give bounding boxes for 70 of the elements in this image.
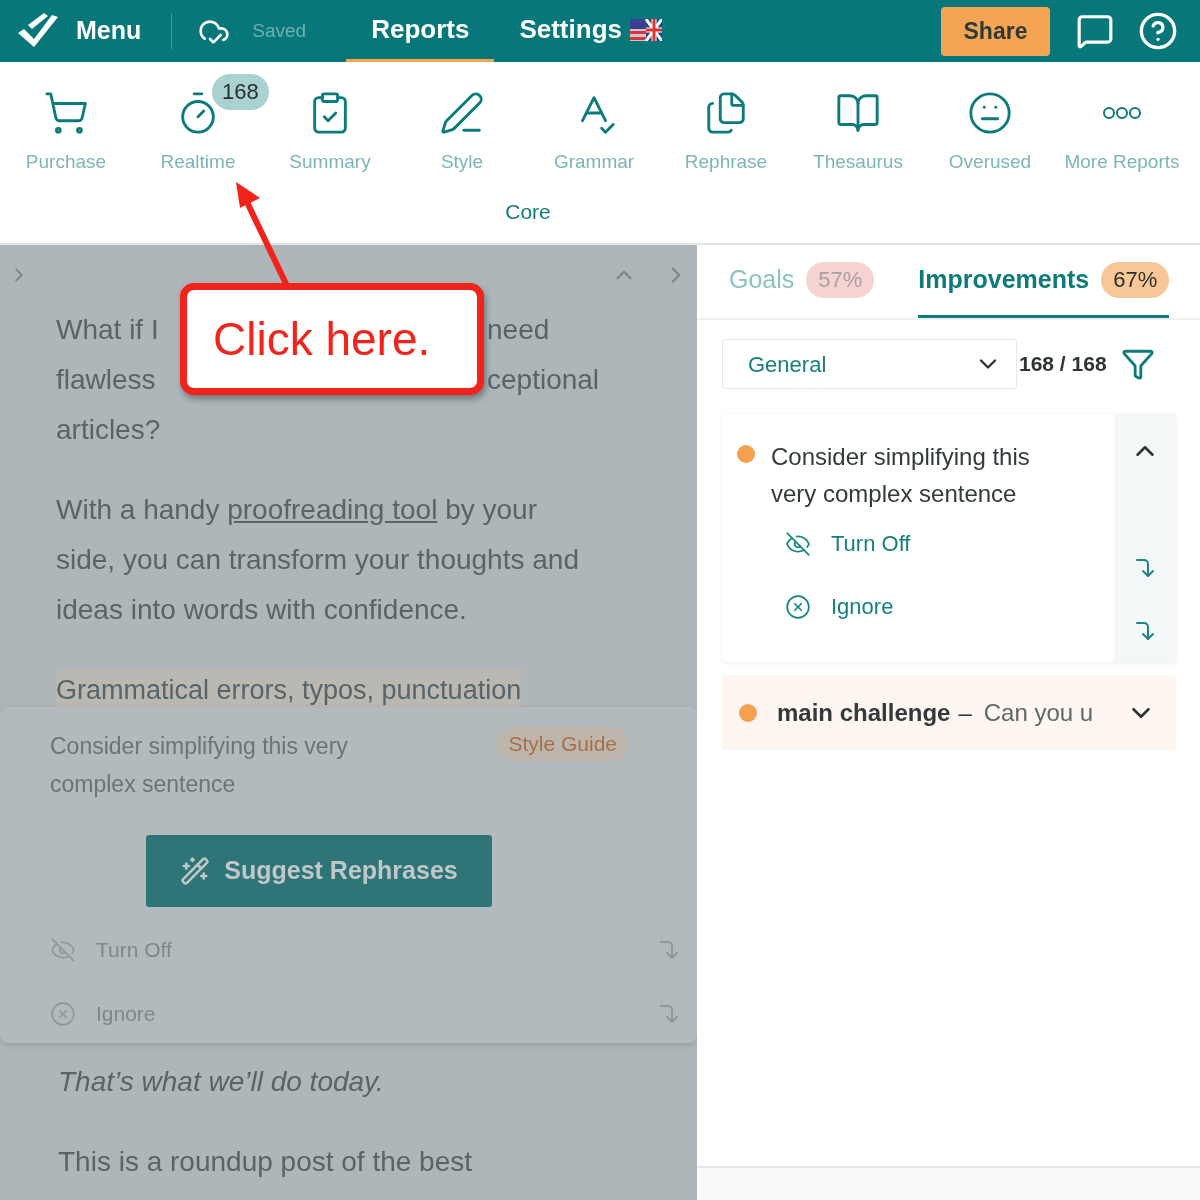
save-status: Saved <box>252 18 307 43</box>
report-item[interactable]: Overused <box>948 86 1032 182</box>
report-label: Purchase <box>25 150 107 174</box>
issue-title: main challenge <box>777 697 951 728</box>
group-label: Core <box>505 199 551 225</box>
report-label: Rephrase <box>684 150 768 174</box>
report-item[interactable]: Summary <box>289 86 371 182</box>
help-icon[interactable] <box>1138 11 1178 51</box>
panel-tab[interactable]: Goals 57% <box>729 245 875 318</box>
panel-tab[interactable]: Improvements 67% <box>918 245 1170 318</box>
chat-icon[interactable] <box>1076 12 1114 50</box>
body-text: need <box>487 313 550 347</box>
nav-tab[interactable]: Settings <box>494 0 687 62</box>
report-item[interactable]: Rephrase <box>684 86 768 182</box>
body-text: flawless <box>56 364 156 395</box>
close-circle-icon <box>785 593 811 620</box>
issue-card[interactable]: main challenge – Can you u <box>722 675 1176 750</box>
report-item[interactable]: Purchase <box>25 86 107 182</box>
filter-icon[interactable] <box>1120 347 1155 381</box>
report-item[interactable]: Grammar <box>553 86 635 182</box>
close-circle-icon <box>50 1001 76 1027</box>
report-item[interactable]: Style <box>439 86 485 182</box>
body-text: ceptional <box>487 363 600 397</box>
cart-icon <box>43 90 89 136</box>
nav-tab-label: Reports <box>371 13 470 46</box>
share-button[interactable]: Share <box>941 6 1050 56</box>
report-label: Realtime <box>160 150 236 174</box>
report-label: More Reports <box>1064 150 1180 174</box>
category-dropdown[interactable]: General <box>722 339 1017 389</box>
arrow-icon <box>657 1002 681 1026</box>
report-label: Style <box>440 150 484 174</box>
body-text: This is a roundup post of the best <box>58 1145 474 1179</box>
highlighted-text: Grammatical errors, typos, punctuation <box>56 670 522 707</box>
report-label: Thesaurus <box>813 150 903 174</box>
style-tag: Style Guide <box>496 727 629 761</box>
pencil-icon <box>439 90 485 136</box>
report-label: Summary <box>289 150 371 174</box>
body-text: What if I <box>56 314 159 345</box>
body-text: articles? <box>56 414 161 445</box>
tab-label: Goals <box>729 264 795 296</box>
dots-icon <box>1103 106 1141 120</box>
face-icon <box>967 90 1013 136</box>
popup-message: Consider simplifying this very complex sentence <box>50 732 349 799</box>
menu-label[interactable]: Menu <box>76 12 142 50</box>
issue-count: 168 / 168 <box>1019 351 1107 378</box>
dash-separator: – <box>958 697 972 728</box>
body-text: That’s what we’ll do today. <box>58 1065 385 1099</box>
action-label[interactable]: Ignore <box>831 590 894 623</box>
report-item[interactable]: Thesaurus <box>813 86 903 182</box>
issue-title: Consider simplifying this very complex sentence <box>771 442 1031 509</box>
nav-tab-label: Settings <box>519 13 622 46</box>
eye-off-icon <box>50 937 76 963</box>
report-label: Overused <box>948 150 1032 174</box>
arrow-icon <box>657 938 681 962</box>
wand-icon <box>180 856 211 886</box>
text-link[interactable]: proofreading tool <box>227 494 438 525</box>
callout-text: Click here. <box>213 311 431 367</box>
report-label: Grammar <box>553 150 635 174</box>
issue-card[interactable]: Consider simplifying this very complex sentence Turn Off Ignore <box>722 414 1176 662</box>
eye-off-icon <box>785 530 811 557</box>
action-label[interactable]: Turn Off <box>831 527 911 560</box>
tab-label: Improvements <box>918 264 1090 296</box>
suggest-rephrases-button[interactable]: Suggest Rephrases <box>146 835 492 907</box>
percent-badge: 57% <box>806 262 875 298</box>
percent-badge: 67% <box>1101 262 1170 298</box>
issue-preview: Can you u <box>983 697 1094 728</box>
dropdown-value: General <box>748 350 827 379</box>
count-badge: 168 <box>212 74 269 110</box>
body-paragraph: With a handy proofreading tool by your side, you can transform your thoughts and ideas into words with confidence. <box>56 493 580 627</box>
report-item[interactable]: More Reports <box>1064 86 1180 182</box>
